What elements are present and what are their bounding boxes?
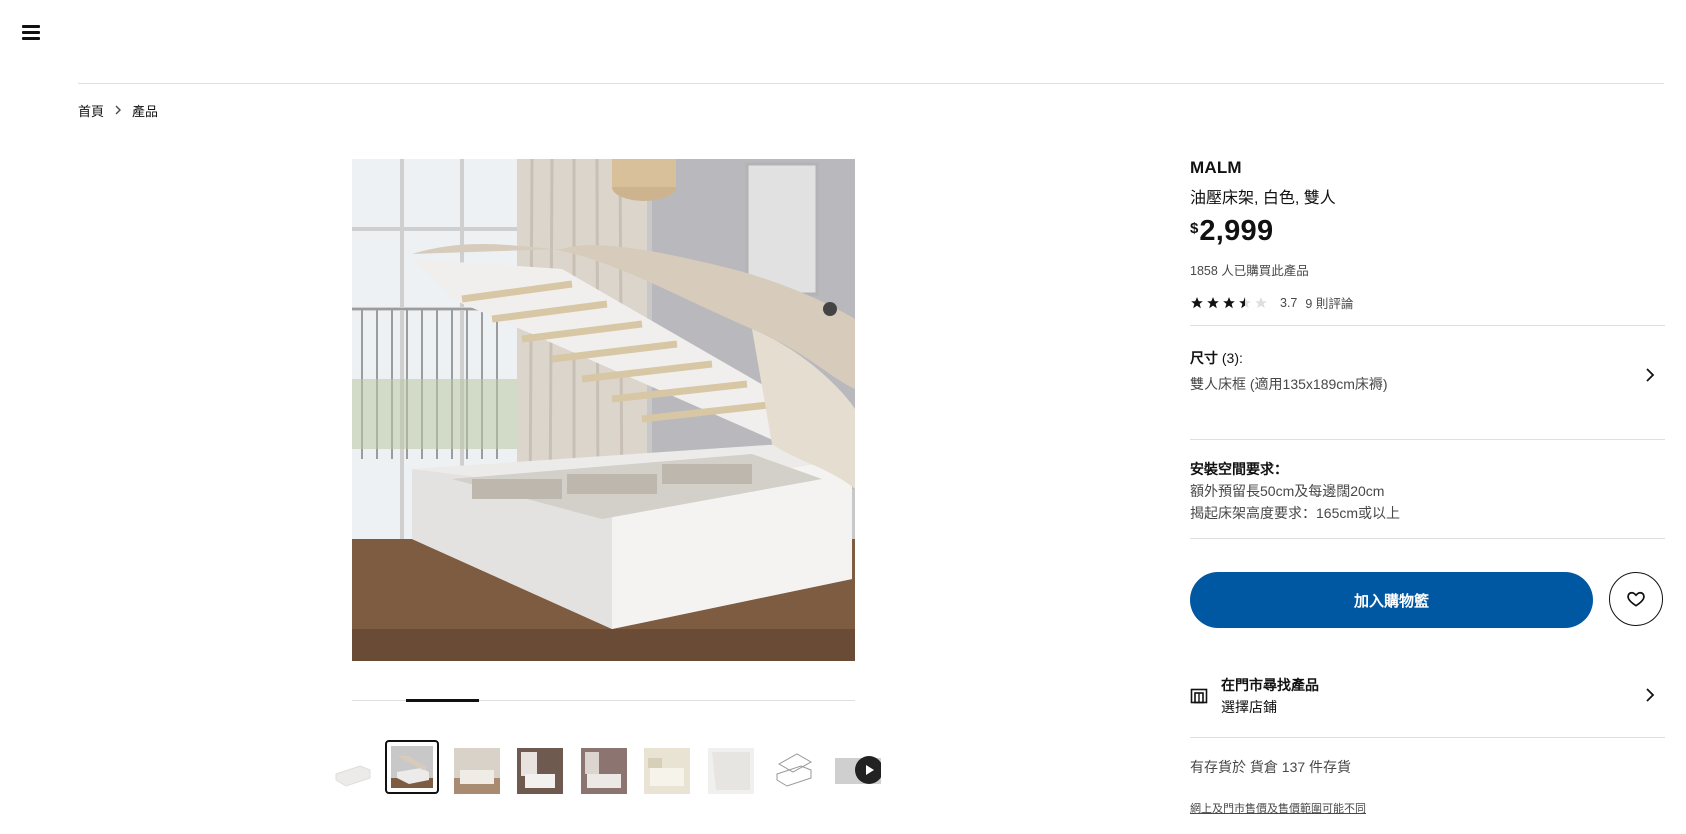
rating-row[interactable]: 3.7 9 則評論 — [1190, 293, 1665, 312]
price-currency: $ — [1190, 220, 1199, 237]
price-disclaimer-link[interactable]: 網上及門市售價及售價範圍可能不同 — [1190, 800, 1366, 816]
thumbnail-6[interactable] — [644, 748, 690, 794]
thumbnail-strip — [330, 740, 890, 796]
size-label: 尺寸 — [1190, 350, 1218, 366]
requirements-line-2: 揭起床架高度要求：165cm或以上 — [1190, 505, 1401, 521]
review-count-link[interactable]: 9 則評論 — [1305, 293, 1353, 312]
thumbnail-2-image — [391, 746, 433, 788]
chevron-right-icon — [1646, 688, 1655, 702]
menu-bar — [22, 37, 40, 40]
thumbnail-1[interactable] — [330, 748, 376, 794]
requirements-title: 安裝空間要求： — [1190, 461, 1288, 477]
play-icon — [855, 756, 881, 784]
size-count: (3): — [1221, 350, 1243, 366]
requirements-line-1: 額外預留長50cm及每邊闊20cm — [1190, 483, 1385, 499]
divider — [1190, 737, 1665, 738]
star-half-icon — [1239, 296, 1251, 308]
thumbnail-video[interactable] — [835, 748, 881, 794]
heart-icon — [1627, 591, 1645, 607]
store-title: 在門市尋找產品 — [1221, 677, 1319, 693]
installation-requirements: 安裝空間要求： 額外預留長50cm及每邊闊20cm 揭起床架高度要求：165cm… — [1190, 458, 1400, 524]
star-full-icon — [1207, 296, 1219, 308]
size-value: 雙人床框 (適用135x189cm床褥) — [1190, 376, 1388, 392]
product-brand: MALM — [1190, 158, 1242, 177]
header-divider — [78, 83, 1664, 84]
rating-stars — [1190, 296, 1270, 310]
menu-bar — [22, 25, 40, 28]
price-value: 2,999 — [1199, 215, 1274, 247]
product-main-image[interactable] — [352, 159, 855, 661]
thumbnail-7[interactable] — [708, 748, 754, 794]
size-selector[interactable]: 尺寸 (3): 雙人床框 (適用135x189cm床褥) — [1190, 348, 1665, 394]
thumbnail-8[interactable] — [771, 748, 817, 794]
thumbnail-3[interactable] — [454, 748, 500, 794]
thumbnail-2[interactable] — [385, 740, 439, 794]
divider — [1190, 325, 1665, 326]
product-price: $ 2,999 — [1190, 215, 1665, 248]
star-full-icon — [1191, 296, 1203, 308]
breadcrumb-home[interactable]: 首頁 — [78, 101, 104, 120]
divider — [1190, 538, 1665, 539]
bought-count: 1858 人已購買此產品 — [1190, 264, 1309, 278]
star-full-icon — [1223, 296, 1235, 308]
breadcrumb-products[interactable]: 產品 — [132, 101, 158, 120]
thumbnail-4[interactable] — [517, 748, 563, 794]
store-subtitle: 選擇店鋪 — [1221, 699, 1277, 715]
hamburger-menu-icon[interactable] — [22, 24, 42, 40]
product-info-panel: MALM 油壓床架, 白色, 雙人 $ 2,999 1858 人已購買此產品 3… — [1190, 158, 1665, 312]
favourite-button[interactable] — [1609, 572, 1663, 626]
chevron-right-icon — [1646, 368, 1655, 382]
breadcrumb: 首頁 產品 — [78, 101, 158, 120]
rating-score: 3.7 — [1280, 295, 1298, 310]
size-label-row: 尺寸 (3): — [1190, 348, 1665, 368]
menu-bar — [22, 31, 40, 34]
add-to-cart-button[interactable]: 加入購物籃 — [1190, 572, 1593, 628]
store-icon — [1190, 688, 1208, 704]
star-empty-icon — [1255, 296, 1267, 308]
product-description: 油壓床架, 白色, 雙人 — [1190, 190, 1336, 207]
stock-status: 有存貨於 貨倉 137 件存貨 — [1190, 759, 1352, 775]
thumbnail-5[interactable] — [581, 748, 627, 794]
carousel-active-indicator[interactable] — [406, 699, 479, 702]
chevron-right-icon — [114, 104, 122, 118]
divider — [1190, 439, 1665, 440]
find-in-store-row[interactable]: 在門市尋找產品 選擇店鋪 — [1190, 673, 1665, 717]
